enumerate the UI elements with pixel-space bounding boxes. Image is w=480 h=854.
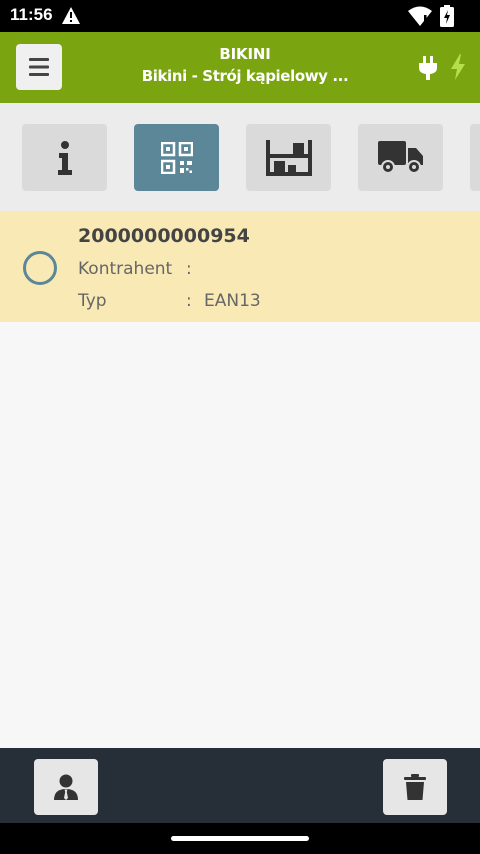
list-item[interactable]: 2000000000954 Kontrahent: Typ: EAN13 bbox=[0, 211, 480, 322]
tab-strip bbox=[0, 103, 480, 211]
bolt-icon bbox=[451, 54, 465, 80]
bottom-toolbar bbox=[0, 748, 480, 823]
wifi-icon bbox=[408, 6, 432, 26]
field-label: Typ bbox=[78, 291, 107, 311]
info-icon bbox=[57, 140, 72, 175]
delete-button[interactable] bbox=[383, 759, 447, 815]
menu-button[interactable] bbox=[16, 44, 62, 90]
tab-more[interactable] bbox=[470, 124, 480, 191]
status-time: 11:56 bbox=[10, 5, 53, 24]
menu-icon bbox=[29, 58, 49, 76]
battery-charging-icon bbox=[440, 5, 454, 27]
barcode-list: 2000000000954 Kontrahent: Typ: EAN13 bbox=[0, 211, 480, 748]
tab-barcodes[interactable] bbox=[134, 124, 219, 191]
header-titles: BIKINI Bikini - Strój kąpielowy ... bbox=[100, 44, 390, 88]
qr-code-icon bbox=[160, 141, 193, 174]
page-subtitle: Bikini - Strój kąpielowy ... bbox=[141, 67, 349, 85]
status-bar: 11:56 bbox=[0, 0, 480, 32]
system-nav-bar bbox=[0, 823, 480, 854]
field-value: EAN13 bbox=[204, 291, 261, 311]
field-row-kontrahent: Kontrahent: bbox=[78, 259, 204, 279]
field-row-typ: Typ: EAN13 bbox=[78, 291, 261, 311]
tab-delivery[interactable] bbox=[358, 124, 443, 191]
page-title: BIKINI bbox=[219, 45, 271, 63]
item-radio[interactable] bbox=[23, 251, 57, 285]
user-button[interactable] bbox=[34, 759, 98, 815]
app-header: BIKINI Bikini - Strój kąpielowy ... bbox=[0, 32, 480, 103]
home-indicator[interactable] bbox=[171, 836, 309, 841]
field-label: Kontrahent bbox=[78, 259, 173, 279]
plug-icon bbox=[419, 56, 437, 80]
field-separator: : bbox=[186, 291, 192, 311]
truck-icon bbox=[377, 140, 423, 174]
trash-icon bbox=[404, 774, 426, 800]
warehouse-shelf-icon bbox=[265, 139, 312, 176]
alert-icon bbox=[62, 7, 80, 24]
item-code: 2000000000954 bbox=[78, 225, 250, 247]
tab-info[interactable] bbox=[22, 124, 107, 191]
user-icon bbox=[54, 774, 78, 800]
field-separator: : bbox=[186, 259, 192, 279]
tab-warehouse[interactable] bbox=[246, 124, 331, 191]
